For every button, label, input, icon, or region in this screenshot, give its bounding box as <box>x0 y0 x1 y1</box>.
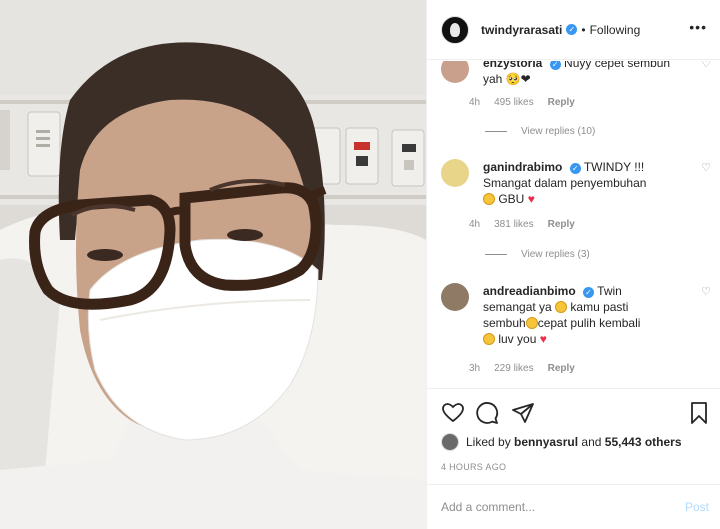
comment-like-heart-icon[interactable]: ♡ <box>701 161 711 174</box>
reply-button[interactable]: Reply <box>548 97 575 108</box>
following-button[interactable]: Following <box>590 23 641 37</box>
comment-bubble-icon[interactable] <box>475 401 499 425</box>
add-comment-bar: Add a comment... Post <box>427 484 720 529</box>
view-replies-button[interactable]: View replies (3) <box>485 249 590 260</box>
comment-time: 3h <box>469 363 481 374</box>
liker-avatar[interactable] <box>441 433 459 451</box>
action-bar <box>427 388 720 438</box>
comment-body: kamu pasti <box>570 300 629 314</box>
comment-text: enzystoria ✓ Nuyy cepet sembuh yah 🥺❤ <box>483 61 683 87</box>
bookmark-icon[interactable] <box>687 401 711 425</box>
author-username[interactable]: twindyrarasati <box>481 23 562 37</box>
comment-emoji: 🥺❤ <box>505 72 531 86</box>
comment-body: Smangat dalam penyembuhan <box>483 176 647 190</box>
post-timestamp[interactable]: 4 HOURS AGO <box>441 462 506 472</box>
post-sidebar: twindyrarasati ✓ • Following ••• enzysto… <box>426 0 720 529</box>
comment-likes[interactable]: 495 likes <box>494 97 533 108</box>
comment-body: semangat ya <box>483 300 552 314</box>
comment-body: luv you <box>498 332 537 346</box>
replies-divider <box>485 254 507 255</box>
comment-meta: 4h 495 likes Reply <box>469 97 589 108</box>
hugging-emoji-icon <box>483 193 495 205</box>
liked-by-row: Liked by bennyasrul and 55,443 others <box>441 432 682 452</box>
view-replies-label: View replies (10) <box>521 126 596 137</box>
liked-by-and: and <box>581 435 602 449</box>
hugging-emoji-icon <box>555 301 568 313</box>
reply-button[interactable]: Reply <box>548 219 575 230</box>
comment-like-heart-icon[interactable]: ♡ <box>701 61 711 70</box>
comment-meta: 4h 381 likes Reply <box>469 219 589 230</box>
commenter-avatar[interactable] <box>441 159 469 187</box>
comment-like-heart-icon[interactable]: ♡ <box>701 285 711 298</box>
hugging-emoji-icon <box>483 333 495 345</box>
commenter-avatar[interactable] <box>441 283 469 311</box>
comments-list[interactable]: enzystoria ✓ Nuyy cepet sembuh yah 🥺❤ ♡ … <box>427 61 720 388</box>
view-replies-button[interactable]: View replies (10) <box>485 126 595 137</box>
comment-body: TWINDY !!! <box>583 160 645 174</box>
replies-divider <box>485 131 507 132</box>
liked-by-others[interactable]: 55,443 others <box>605 435 682 449</box>
verified-badge-icon: ✓ <box>549 61 561 70</box>
comment-likes[interactable]: 229 likes <box>494 363 533 374</box>
comment-meta: 3h 229 likes Reply <box>469 363 589 374</box>
add-comment-input[interactable]: Add a comment... <box>441 500 671 514</box>
post-photo[interactable] <box>0 0 426 529</box>
comment-likes[interactable]: 381 likes <box>494 219 533 230</box>
post-header: twindyrarasati ✓ • Following ••• <box>427 0 720 60</box>
heart-outline-icon[interactable] <box>441 401 465 425</box>
liked-by-prefix: Liked by <box>466 435 511 449</box>
comment-time: 4h <box>469 219 481 230</box>
post-comment-button[interactable]: Post <box>685 500 709 514</box>
red-heart-emoji-icon: ♥ <box>539 332 547 346</box>
comment-body: Twin <box>597 284 622 298</box>
comment-body: GBU <box>498 192 525 206</box>
selfie-image <box>0 0 426 529</box>
comment-username[interactable]: enzystoria <box>483 61 542 70</box>
comment-username[interactable]: ganindrabimo <box>483 160 562 174</box>
more-options-icon[interactable]: ••• <box>689 20 707 34</box>
comment-text: ganindrabimo ✓ TWINDY !!! Smangat dalam … <box>483 159 683 207</box>
red-heart-emoji-icon: ♥ <box>527 192 535 206</box>
comment-time: 4h <box>469 97 481 108</box>
liked-by-user[interactable]: bennyasrul <box>514 435 578 449</box>
view-replies-label: View replies (3) <box>521 249 590 260</box>
smiling-emoji-icon <box>525 317 538 329</box>
verified-badge-icon: ✓ <box>569 163 581 174</box>
paper-plane-icon[interactable] <box>511 401 535 425</box>
verified-badge-icon: ✓ <box>583 287 595 298</box>
verified-badge-icon: ✓ <box>566 24 578 35</box>
comment-username[interactable]: andreadianbimo <box>483 284 576 298</box>
commenter-avatar[interactable] <box>441 61 469 83</box>
header-separator: • <box>581 22 586 37</box>
comment-text: andreadianbimo ✓ Twin semangat ya kamu p… <box>483 283 683 347</box>
reply-button[interactable]: Reply <box>548 363 575 374</box>
author-avatar[interactable] <box>441 15 469 44</box>
comment-body: sembuh <box>483 316 526 330</box>
comment-body: cepat pulih kembali <box>537 316 641 330</box>
